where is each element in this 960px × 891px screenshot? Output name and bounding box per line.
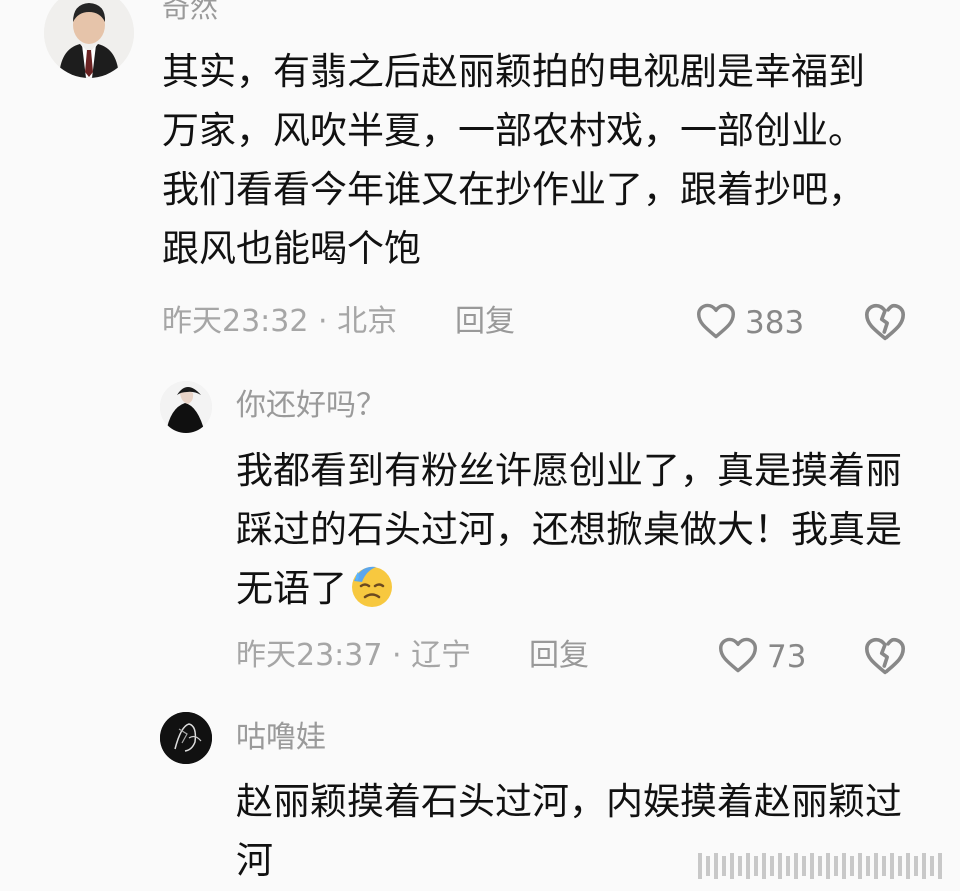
broken-heart-icon [863, 637, 907, 680]
comment-item: 奇然 其实，有翡之后赵丽颖拍的电视剧是幸福到万家，风吹半夏，一部农村戏，一部创业… [0, 0, 960, 350]
like-button[interactable]: 73 [717, 636, 806, 678]
reply-button[interactable]: 回复 [455, 302, 515, 342]
like-count: 73 [767, 639, 807, 675]
comment-item: 你还好吗？ 我都看到有粉丝许愿创业了，真是摸着丽踩过的石头过河，还想掀桌做大！我… [0, 350, 960, 690]
like-button[interactable]: 383 [695, 302, 804, 344]
comment-timestamp-location: 昨天23:32 · 北京 [162, 304, 398, 339]
avatar[interactable] [160, 381, 212, 433]
comment-timestamp-location: 昨天23:37 · 辽宁 [236, 638, 472, 673]
avatar[interactable] [44, 0, 134, 78]
comment-text: 其实，有翡之后赵丽颖拍的电视剧是幸福到万家，风吹半夏，一部农村戏，一部创业。我们… [162, 50, 865, 270]
dislike-button[interactable] [863, 636, 907, 680]
broken-heart-icon [863, 303, 907, 346]
avatar[interactable] [160, 712, 212, 764]
reply-button[interactable]: 回复 [529, 636, 589, 676]
dislike-button[interactable] [863, 302, 907, 346]
heart-outline-icon [695, 302, 737, 344]
comment-text-content: 我都看到有粉丝许愿创业了，真是摸着丽踩过的石头过河，还想掀桌做大！我真是无语了 [236, 449, 902, 610]
heart-outline-icon [717, 636, 759, 678]
watermark-pattern [698, 851, 946, 881]
sweat-sad-face-emoji [349, 563, 395, 609]
like-count: 383 [745, 305, 805, 341]
comment-text: 我都看到有粉丝许愿创业了，真是摸着丽踩过的石头过河，还想掀桌做大！我真是无语了 [236, 441, 926, 618]
comment-username[interactable]: 奇然 [162, 0, 218, 26]
comment-username[interactable]: 你还好吗？ [236, 388, 386, 424]
comment-username[interactable]: 咕噜娃 [236, 720, 326, 756]
